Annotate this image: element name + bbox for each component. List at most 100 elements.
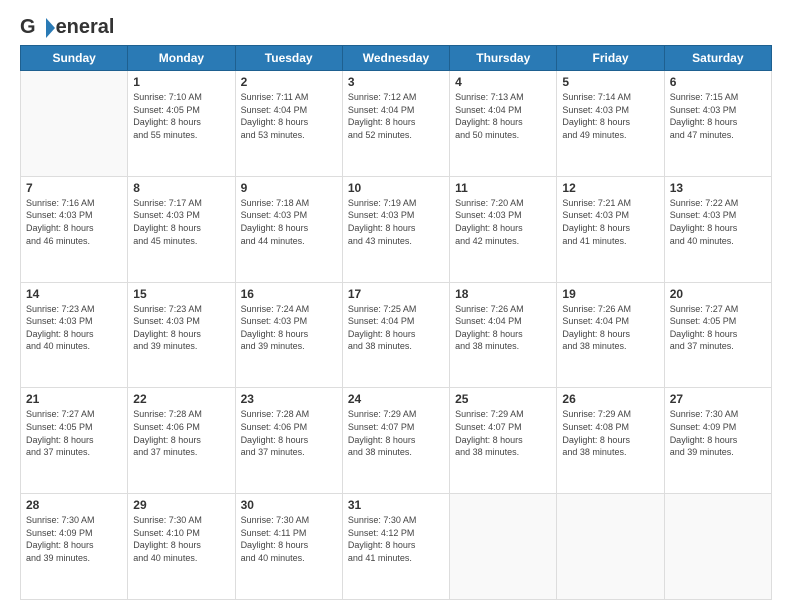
weekday-header-friday: Friday <box>557 46 664 71</box>
calendar-cell: 8 Sunrise: 7:17 AM Sunset: 4:03 PM Daylig… <box>128 176 235 282</box>
calendar-cell: 4Sunrise: 7:13 AM Sunset: 4:04 PM Daylig… <box>450 71 557 177</box>
calendar-cell: 31 Sunrise: 7:30 AM Sunset: 4:12 PM Dayli… <box>342 494 449 600</box>
calendar-cell: 22Sunrise: 7:28 AM Sunset: 4:06 PM Dayli… <box>128 388 235 494</box>
week-row-3: 21Sunrise: 7:27 AM Sunset: 4:05 PM Dayli… <box>21 388 772 494</box>
day-info: Sunrise: 7:28 AM Sunset: 4:06 PM Dayligh… <box>241 408 337 458</box>
day-info: Sunrise: 7:15 AM Sunset: 4:03 PM Dayligh… <box>670 91 766 141</box>
calendar-cell: 19Sunrise: 7:26 AM Sunset: 4:04 PM Dayli… <box>557 282 664 388</box>
calendar-cell <box>557 494 664 600</box>
day-info: Sunrise: 7:26 AM Sunset: 4:04 PM Dayligh… <box>455 303 551 353</box>
calendar-cell: 29 Sunrise: 7:30 AM Sunset: 4:10 PM Dayli… <box>128 494 235 600</box>
calendar-cell: 6 Sunrise: 7:15 AM Sunset: 4:03 PM Daylig… <box>664 71 771 177</box>
day-info: Sunrise: 7:10 AM Sunset: 4:05 PM Dayligh… <box>133 91 229 141</box>
day-number: 18 <box>455 287 551 301</box>
calendar-cell: 18 Sunrise: 7:26 AM Sunset: 4:04 PM Dayli… <box>450 282 557 388</box>
calendar-cell: 21Sunrise: 7:27 AM Sunset: 4:05 PM Dayli… <box>21 388 128 494</box>
day-info: Sunrise: 7:21 AM Sunset: 4:03 PM Dayligh… <box>562 197 658 247</box>
day-info: Sunrise: 7:12 AM Sunset: 4:04 PM Dayligh… <box>348 91 444 141</box>
calendar-table: SundayMondayTuesdayWednesdayThursdayFrid… <box>20 45 772 600</box>
day-number: 22 <box>133 392 229 406</box>
calendar-cell: 28 Sunrise: 7:30 AM Sunset: 4:09 PM Dayli… <box>21 494 128 600</box>
day-number: 13 <box>670 181 766 195</box>
calendar-cell: 24 Sunrise: 7:29 AM Sunset: 4:07 PM Dayli… <box>342 388 449 494</box>
calendar-cell: 13 Sunrise: 7:22 AM Sunset: 4:03 PM Dayli… <box>664 176 771 282</box>
calendar-cell <box>664 494 771 600</box>
day-number: 31 <box>348 498 444 512</box>
calendar-cell: 26Sunrise: 7:29 AM Sunset: 4:08 PM Dayli… <box>557 388 664 494</box>
weekday-header-tuesday: Tuesday <box>235 46 342 71</box>
day-info: Sunrise: 7:30 AM Sunset: 4:12 PM Dayligh… <box>348 514 444 564</box>
logo-general-rest: eneral <box>56 16 115 39</box>
day-number: 28 <box>26 498 122 512</box>
day-number: 9 <box>241 181 337 195</box>
day-number: 11 <box>455 181 551 195</box>
day-number: 29 <box>133 498 229 512</box>
header: G eneral <box>20 16 772 35</box>
day-info: Sunrise: 7:29 AM Sunset: 4:07 PM Dayligh… <box>455 408 551 458</box>
calendar-cell: 14 Sunrise: 7:23 AM Sunset: 4:03 PM Dayli… <box>21 282 128 388</box>
day-number: 19 <box>562 287 658 301</box>
logo-general-g: G <box>20 16 36 39</box>
day-info: Sunrise: 7:30 AM Sunset: 4:09 PM Dayligh… <box>26 514 122 564</box>
day-info: Sunrise: 7:11 AM Sunset: 4:04 PM Dayligh… <box>241 91 337 141</box>
calendar-cell: 25 Sunrise: 7:29 AM Sunset: 4:07 PM Dayli… <box>450 388 557 494</box>
calendar-cell: 7Sunrise: 7:16 AM Sunset: 4:03 PM Daylig… <box>21 176 128 282</box>
calendar-cell: 11 Sunrise: 7:20 AM Sunset: 4:03 PM Dayli… <box>450 176 557 282</box>
day-number: 1 <box>133 75 229 89</box>
weekday-header-sunday: Sunday <box>21 46 128 71</box>
day-number: 5 <box>562 75 658 89</box>
logo-icon <box>37 18 55 38</box>
day-number: 6 <box>670 75 766 89</box>
day-info: Sunrise: 7:29 AM Sunset: 4:07 PM Dayligh… <box>348 408 444 458</box>
day-info: Sunrise: 7:18 AM Sunset: 4:03 PM Dayligh… <box>241 197 337 247</box>
day-number: 16 <box>241 287 337 301</box>
calendar-cell: 10 Sunrise: 7:19 AM Sunset: 4:03 PM Dayli… <box>342 176 449 282</box>
calendar-cell: 12 Sunrise: 7:21 AM Sunset: 4:03 PM Dayli… <box>557 176 664 282</box>
weekday-header-monday: Monday <box>128 46 235 71</box>
day-info: Sunrise: 7:23 AM Sunset: 4:03 PM Dayligh… <box>133 303 229 353</box>
day-number: 23 <box>241 392 337 406</box>
calendar-cell: 16Sunrise: 7:24 AM Sunset: 4:03 PM Dayli… <box>235 282 342 388</box>
day-number: 15 <box>133 287 229 301</box>
calendar-cell: 3 Sunrise: 7:12 AM Sunset: 4:04 PM Daylig… <box>342 71 449 177</box>
day-info: Sunrise: 7:30 AM Sunset: 4:11 PM Dayligh… <box>241 514 337 564</box>
day-number: 25 <box>455 392 551 406</box>
weekday-header-wednesday: Wednesday <box>342 46 449 71</box>
day-number: 14 <box>26 287 122 301</box>
day-info: Sunrise: 7:23 AM Sunset: 4:03 PM Dayligh… <box>26 303 122 353</box>
day-number: 8 <box>133 181 229 195</box>
day-number: 10 <box>348 181 444 195</box>
weekday-header-saturday: Saturday <box>664 46 771 71</box>
calendar-cell <box>21 71 128 177</box>
day-info: Sunrise: 7:25 AM Sunset: 4:04 PM Dayligh… <box>348 303 444 353</box>
week-row-1: 7Sunrise: 7:16 AM Sunset: 4:03 PM Daylig… <box>21 176 772 282</box>
day-info: Sunrise: 7:29 AM Sunset: 4:08 PM Dayligh… <box>562 408 658 458</box>
day-info: Sunrise: 7:17 AM Sunset: 4:03 PM Dayligh… <box>133 197 229 247</box>
calendar-cell: 30Sunrise: 7:30 AM Sunset: 4:11 PM Dayli… <box>235 494 342 600</box>
day-info: Sunrise: 7:22 AM Sunset: 4:03 PM Dayligh… <box>670 197 766 247</box>
day-number: 24 <box>348 392 444 406</box>
calendar-cell: 17 Sunrise: 7:25 AM Sunset: 4:04 PM Dayli… <box>342 282 449 388</box>
day-number: 4 <box>455 75 551 89</box>
day-number: 2 <box>241 75 337 89</box>
day-number: 27 <box>670 392 766 406</box>
calendar-cell: 1 Sunrise: 7:10 AM Sunset: 4:05 PM Daylig… <box>128 71 235 177</box>
day-info: Sunrise: 7:30 AM Sunset: 4:10 PM Dayligh… <box>133 514 229 564</box>
calendar-cell: 2 Sunrise: 7:11 AM Sunset: 4:04 PM Daylig… <box>235 71 342 177</box>
calendar-cell: 27Sunrise: 7:30 AM Sunset: 4:09 PM Dayli… <box>664 388 771 494</box>
day-number: 21 <box>26 392 122 406</box>
weekday-header-thursday: Thursday <box>450 46 557 71</box>
calendar-cell: 9 Sunrise: 7:18 AM Sunset: 4:03 PM Daylig… <box>235 176 342 282</box>
calendar-cell: 23 Sunrise: 7:28 AM Sunset: 4:06 PM Dayli… <box>235 388 342 494</box>
day-number: 12 <box>562 181 658 195</box>
day-number: 3 <box>348 75 444 89</box>
day-number: 7 <box>26 181 122 195</box>
day-info: Sunrise: 7:19 AM Sunset: 4:03 PM Dayligh… <box>348 197 444 247</box>
day-info: Sunrise: 7:20 AM Sunset: 4:03 PM Dayligh… <box>455 197 551 247</box>
logo: G eneral <box>20 16 115 35</box>
logo-top: G eneral <box>20 16 115 39</box>
calendar-cell: 15 Sunrise: 7:23 AM Sunset: 4:03 PM Dayli… <box>128 282 235 388</box>
day-number: 20 <box>670 287 766 301</box>
calendar-cell: 5Sunrise: 7:14 AM Sunset: 4:03 PM Daylig… <box>557 71 664 177</box>
day-number: 17 <box>348 287 444 301</box>
